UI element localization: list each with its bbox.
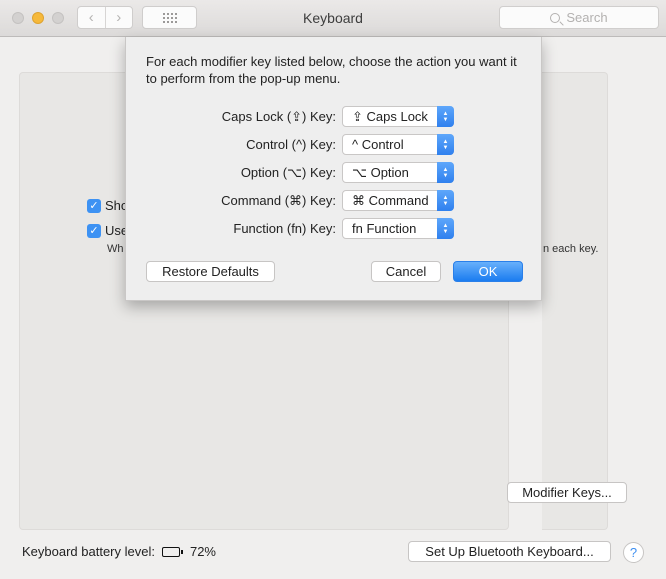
battery-status: Keyboard battery level: 72% — [22, 544, 216, 559]
modifier-row-caps-lock: Caps Lock (⇪) Key: ⇪ Caps Lock ▲ ▼ — [126, 106, 543, 128]
option-value: ⌥ Option — [352, 164, 409, 180]
function-label: Function (fn) Key: — [233, 221, 336, 236]
updown-chevron-icon: ▲ ▼ — [437, 190, 454, 211]
updown-chevron-icon: ▲ ▼ — [437, 134, 454, 155]
modifier-row-command: Command (⌘) Key: ⌘ Command ▲ ▼ — [126, 190, 543, 212]
control-popup[interactable]: ^ Control ▲ ▼ — [342, 134, 454, 155]
control-label: Control (^) Key: — [246, 137, 336, 152]
command-value: ⌘ Command — [352, 192, 429, 208]
modifier-row-control: Control (^) Key: ^ Control ▲ ▼ — [126, 134, 543, 156]
search-field[interactable]: Search — [499, 6, 659, 29]
hint-text-left: Wh — [107, 243, 124, 255]
option-popup[interactable]: ⌥ Option ▲ ▼ — [342, 162, 454, 183]
caps-lock-label: Caps Lock (⇪) Key: — [221, 109, 336, 124]
caps-lock-value: ⇪ Caps Lock — [352, 108, 428, 124]
updown-chevron-icon: ▲ ▼ — [437, 106, 454, 127]
checkmark-icon: ✓ — [87, 198, 101, 213]
modifier-keys-button[interactable]: Modifier Keys... — [507, 482, 627, 503]
help-icon: ? — [629, 545, 638, 560]
setup-bluetooth-keyboard-button[interactable]: Set Up Bluetooth Keyboard... — [408, 541, 611, 562]
content-panel-edge — [542, 72, 608, 530]
background-checkbox-2[interactable]: ✓ Use — [87, 223, 128, 238]
modifier-keys-sheet: For each modifier key listed below, choo… — [125, 37, 542, 301]
caps-lock-popup[interactable]: ⇪ Caps Lock ▲ ▼ — [342, 106, 454, 127]
updown-chevron-icon: ▲ ▼ — [437, 162, 454, 183]
control-value: ^ Control — [352, 137, 404, 152]
battery-label: Keyboard battery level: — [22, 544, 155, 559]
search-icon — [550, 12, 561, 23]
command-popup[interactable]: ⌘ Command ▲ ▼ — [342, 190, 454, 211]
modifier-row-function: Function (fn) Key: fn Function ▲ ▼ — [126, 218, 543, 240]
help-button[interactable]: ? — [623, 542, 644, 563]
hint-text-right: n each key. — [543, 243, 599, 255]
checkmark-icon: ✓ — [87, 223, 101, 238]
battery-percent: 72% — [189, 544, 216, 559]
option-label: Option (⌥) Key: — [240, 165, 336, 180]
modifier-row-option: Option (⌥) Key: ⌥ Option ▲ ▼ — [126, 162, 543, 184]
battery-icon — [161, 546, 183, 557]
updown-chevron-icon: ▲ ▼ — [437, 218, 454, 239]
cancel-button[interactable]: Cancel — [371, 261, 441, 282]
ok-button[interactable]: OK — [453, 261, 523, 282]
sheet-description: For each modifier key listed below, choo… — [146, 54, 517, 86]
command-label: Command (⌘) Key: — [221, 193, 336, 208]
function-popup[interactable]: fn Function ▲ ▼ — [342, 218, 454, 239]
background-checkbox-1[interactable]: ✓ Sho — [87, 198, 128, 213]
title-bar: ‹ › Keyboard Search — [0, 0, 666, 37]
search-placeholder: Search — [566, 10, 608, 25]
restore-defaults-button[interactable]: Restore Defaults — [146, 261, 275, 282]
function-value: fn Function — [352, 221, 417, 236]
